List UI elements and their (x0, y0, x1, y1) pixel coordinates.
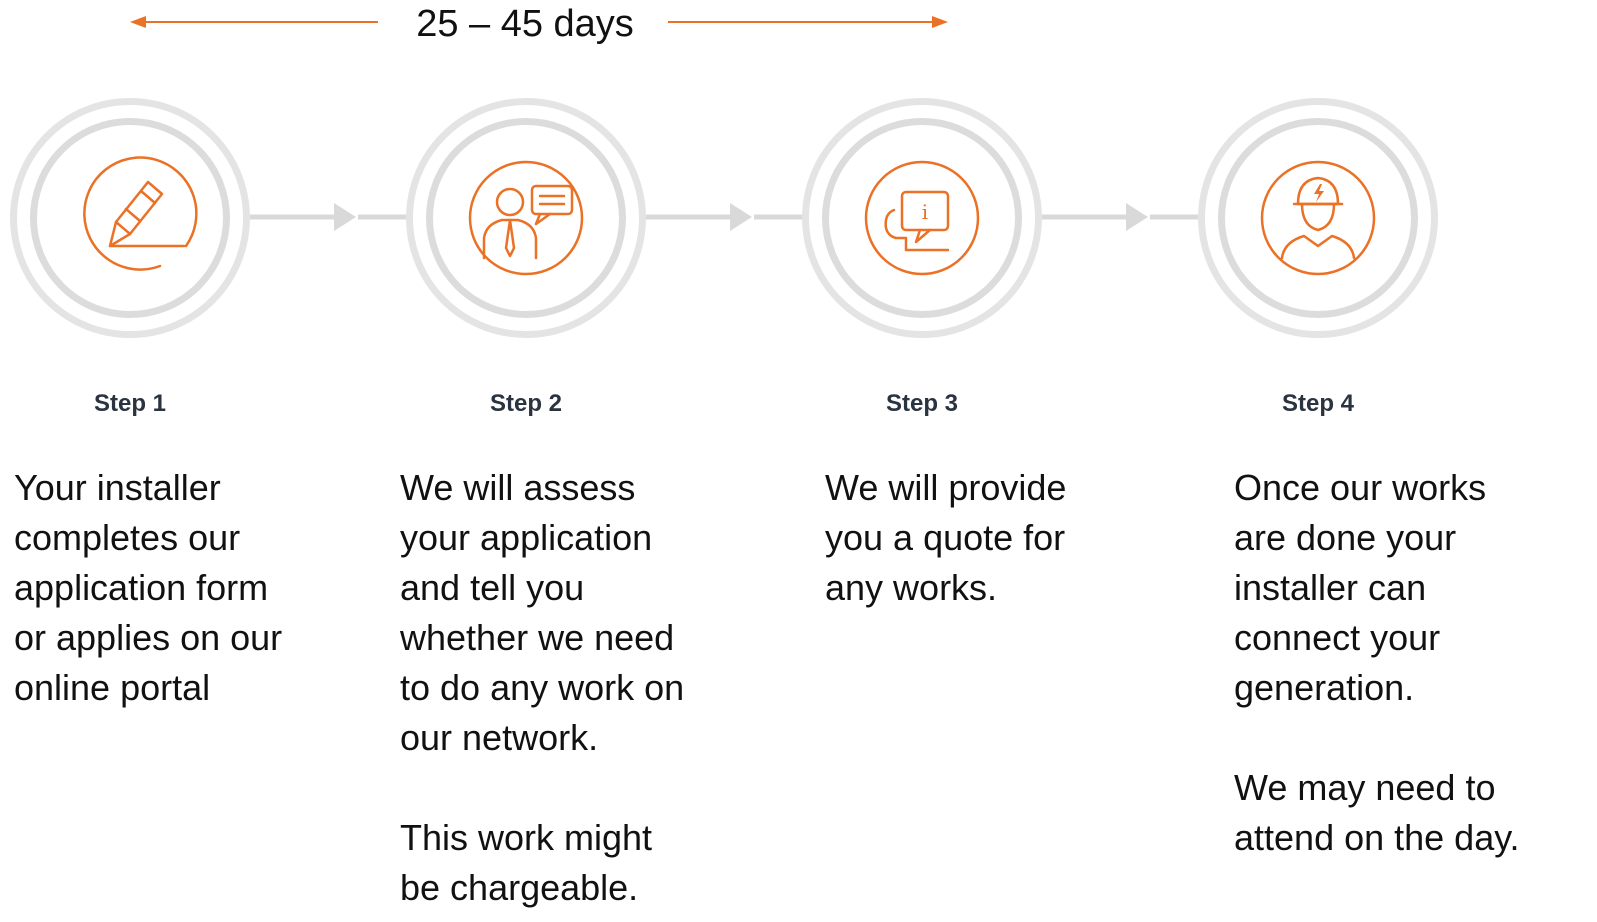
step-2-line: We will assess (400, 467, 636, 508)
step-2-line: your application (400, 517, 653, 558)
step-1-line: application form (14, 567, 269, 608)
step-4-line: connect your (1234, 617, 1441, 658)
step-1-line: or applies on our (14, 617, 283, 658)
step-3-line: We will provide (825, 467, 1067, 508)
pencil-edit-icon (83, 156, 198, 271)
step-3-label: Step 3 (885, 390, 959, 417)
timeline-duration-label: 25 – 45 days (416, 3, 634, 45)
timeline-header: 25 – 45 days (0, 0, 1597, 50)
step-1-line: online portal (14, 667, 211, 708)
step-2-note-line: be chargeable. (400, 867, 639, 908)
step-3-line: any works. (825, 567, 998, 608)
timeline-right-arrowhead (932, 16, 948, 28)
step-1-line: Your installer (14, 467, 221, 508)
step-4-label: Step 4 (1281, 390, 1355, 417)
connector-2-3 (646, 203, 804, 231)
step-1-description: Your installer completes our application… (14, 463, 282, 713)
step-4-note-line: We may need to (1234, 767, 1496, 808)
engineer-helmet-icon (1260, 160, 1376, 276)
svg-text:i: i (922, 200, 928, 224)
step-2-line: and tell you (400, 567, 585, 608)
connector-1-2 (250, 203, 408, 231)
connector-3-4 (1042, 203, 1200, 231)
step-3-description: We will provide you a quote for any work… (825, 463, 1066, 613)
step-4-line: Once our works (1234, 467, 1487, 508)
step-2-line: to do any work on (400, 667, 685, 708)
person-speech-icon (468, 160, 584, 276)
step-2-note-line: This work might (400, 817, 653, 858)
step-4-line: are done your (1234, 517, 1457, 558)
step-4-line: installer can (1234, 567, 1427, 608)
step-2-line: our network. (400, 717, 599, 758)
step-3-ring: i (802, 98, 1042, 338)
step-1-line: completes our (14, 517, 241, 558)
step-2-line: whether we need (400, 617, 675, 658)
step-2-label: Step 2 (489, 390, 563, 417)
step-1-label: Step 1 (93, 390, 167, 417)
timeline-arrows (130, 16, 948, 28)
step-4-description: Once our works are done your installer c… (1234, 463, 1520, 863)
step-1-ring (10, 98, 250, 338)
step-2-description: We will assess your application and tell… (400, 463, 684, 913)
timeline-left-arrowhead (130, 16, 146, 28)
step-4-ring (1198, 98, 1438, 338)
step-4-note-line: attend on the day. (1234, 817, 1520, 858)
step-2-ring (406, 98, 646, 338)
step-3-line: you a quote for (825, 517, 1066, 558)
info-chat-icon: i (864, 160, 980, 276)
step-4-line: generation. (1234, 667, 1415, 708)
